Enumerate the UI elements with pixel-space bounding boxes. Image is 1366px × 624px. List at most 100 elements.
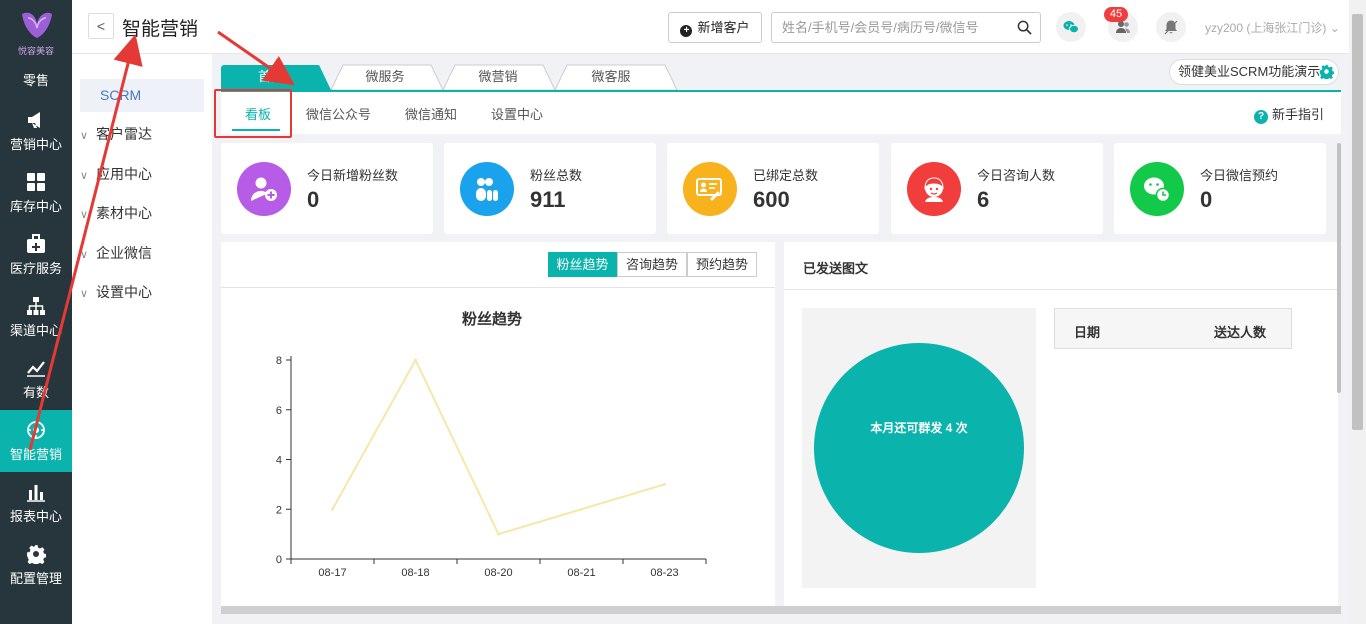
sub-tab-bar (221, 90, 1341, 134)
subnav-item-scrm[interactable]: SCRM (80, 79, 204, 112)
nav-item-medical-service[interactable]: 医疗服务 (0, 224, 72, 286)
y-tick-label: 2 (276, 504, 282, 516)
nav-item-label: 渠道中心 (9, 323, 62, 338)
data-point (497, 532, 500, 536)
fan-trend-toggle[interactable]: 粉丝趋势 (548, 252, 617, 277)
nav-section-label[interactable]: 零售 (0, 70, 72, 89)
nav-item-config-management[interactable]: 配置管理 (0, 534, 72, 596)
fan-trend-chart: 粉丝趋势 0 2 4 6 8 08-17 08-18 08-20 08-21 08-23 (276, 310, 707, 579)
nav-item-smart-marketing[interactable]: 智能营销 (0, 410, 72, 472)
chevron-down-icon: ∨ (80, 130, 89, 142)
stat-card-consultations: 今日咨询人数 6 (891, 143, 1103, 234)
subnav-item-label: 企业微信 (96, 245, 152, 261)
gear-icon (1319, 64, 1334, 79)
wechat-button[interactable] (1056, 12, 1086, 42)
subnav-item-app-center[interactable]: ∨ 应用中心 (80, 158, 204, 191)
secondary-navigation: SCRM ∨ 客户雷达 ∨ 应用中心 ∨ 素材中心 ∨ 企业微信 ∨ 设置中心 (72, 54, 212, 624)
subnav-item-settings-center[interactable]: ∨ 设置中心 (80, 276, 204, 309)
help-icon: ? (1254, 110, 1268, 124)
page-title: 智能营销 (122, 19, 199, 40)
nav-item-youshu[interactable]: 有数 (0, 348, 72, 410)
smart-marketing-icon (27, 421, 45, 439)
sent-table-header: 日期 送达人数 (1054, 308, 1292, 349)
tab-micro-service[interactable]: 微服务 (335, 64, 435, 90)
fan-trend-series-line (331, 357, 665, 536)
id-card-link-icon (696, 178, 722, 201)
tab-wechat-official-account[interactable]: 微信公众号 (306, 104, 371, 123)
subnav-item-label: 客户雷达 (96, 126, 152, 142)
stat-title: 粉丝总数 (530, 168, 583, 183)
grid-icon (27, 173, 45, 191)
content-horizontal-scrollbar[interactable] (221, 606, 1341, 614)
x-tick-label: 08-23 (650, 567, 678, 579)
back-button[interactable]: < (88, 13, 114, 39)
subnav-item-label: 设置中心 (96, 284, 152, 300)
beginner-guide-label: 新手指引 (1272, 107, 1325, 122)
chevron-down-icon: ∨ (80, 170, 89, 182)
trend-line-icon (27, 361, 45, 377)
stat-card-new-fans: 今日新增粉丝数 0 (221, 143, 433, 234)
medical-kit-icon (27, 234, 45, 253)
brand-logo[interactable]: 悦容美容 (0, 0, 72, 62)
subnav-item-material-center[interactable]: ∨ 素材中心 (80, 197, 204, 230)
x-tick-label: 08-17 (318, 567, 346, 579)
nav-item-label: 报表中心 (9, 509, 62, 524)
page-scrollbar-thumb[interactable] (1352, 14, 1363, 430)
scrm-demo-button[interactable]: 领健美业SCRM功能演示 (1169, 59, 1339, 85)
stat-value: 0 (307, 187, 320, 212)
tab-micro-customer-service[interactable]: 微客服 (561, 64, 661, 90)
stat-title: 已绑定总数 (753, 168, 819, 183)
add-customer-button[interactable]: + 新增客户 (668, 12, 762, 43)
active-tab-indicator (232, 129, 280, 131)
notification-badge: 45 (1104, 7, 1128, 22)
megaphone-icon (28, 112, 40, 128)
stat-value: 6 (977, 187, 990, 212)
current-user[interactable]: yzy200 (上海张江门诊) ⌄ (1205, 19, 1340, 36)
stat-icon-bg (683, 162, 737, 216)
x-tick-label: 08-18 (401, 567, 429, 579)
chevron-down-icon: ∨ (80, 288, 89, 300)
search-icon[interactable] (1017, 20, 1032, 35)
sent-articles-title: 已发送图文 (803, 261, 869, 276)
subnav-item-label: 素材中心 (96, 205, 152, 221)
appointment-trend-toggle[interactable]: 预约趋势 (687, 252, 757, 277)
consultant-icon (924, 177, 944, 202)
beginner-guide-link[interactable]: ? 新手指引 (1254, 104, 1324, 124)
chevron-down-icon: ⌄ (1329, 21, 1340, 35)
data-point (663, 482, 666, 486)
search-input[interactable] (772, 13, 1002, 42)
nav-item-channel-center[interactable]: 渠道中心 (0, 286, 72, 348)
tab-dashboard[interactable]: 看板 (245, 104, 271, 123)
users-group-icon (476, 178, 498, 201)
wechat-icon (1063, 21, 1079, 34)
tab-wechat-notification[interactable]: 微信通知 (405, 104, 457, 123)
nav-item-label: 有数 (22, 385, 49, 400)
notification-button[interactable] (1156, 12, 1186, 42)
y-tick-label: 6 (276, 405, 282, 417)
user-name: yzy200 (上海张江门诊) (1205, 21, 1327, 35)
data-point (580, 507, 583, 511)
nav-item-marketing-center[interactable]: 营销中心 (0, 100, 72, 162)
consult-trend-toggle[interactable]: 咨询趋势 (617, 252, 687, 277)
tab-micro-marketing[interactable]: 微营销 (448, 64, 548, 90)
tab-home[interactable]: 首页 (221, 64, 321, 90)
nav-item-label: 配置管理 (9, 571, 62, 586)
subnav-item-customer-radar[interactable]: ∨ 客户雷达 (80, 118, 204, 151)
content-vertical-scrollbar[interactable] (1337, 143, 1341, 393)
customer-search[interactable] (771, 12, 1041, 43)
nav-item-report-center[interactable]: 报表中心 (0, 472, 72, 534)
left-navigation: 悦容美容 零售 营销中心 库存中心 医疗服务 渠道中心 有数 智能营销 报表中心… (0, 0, 72, 624)
stat-title: 今日新增粉丝数 (307, 168, 399, 183)
tab-settings-center[interactable]: 设置中心 (491, 104, 543, 123)
subnav-item-enterprise-wechat[interactable]: ∨ 企业微信 (80, 237, 204, 270)
nav-item-inventory-center[interactable]: 库存中心 (0, 162, 72, 224)
x-tick-label: 08-20 (484, 567, 512, 579)
wechat-clock-icon (1144, 177, 1171, 203)
brand-logo-icon (22, 12, 52, 38)
add-user-icon (251, 177, 277, 201)
stat-value: 600 (753, 187, 790, 212)
nav-item-label: 医疗服务 (9, 261, 62, 276)
org-chart-icon (27, 297, 45, 315)
data-point (331, 507, 334, 511)
page-scrollbar[interactable] (1349, 0, 1366, 624)
